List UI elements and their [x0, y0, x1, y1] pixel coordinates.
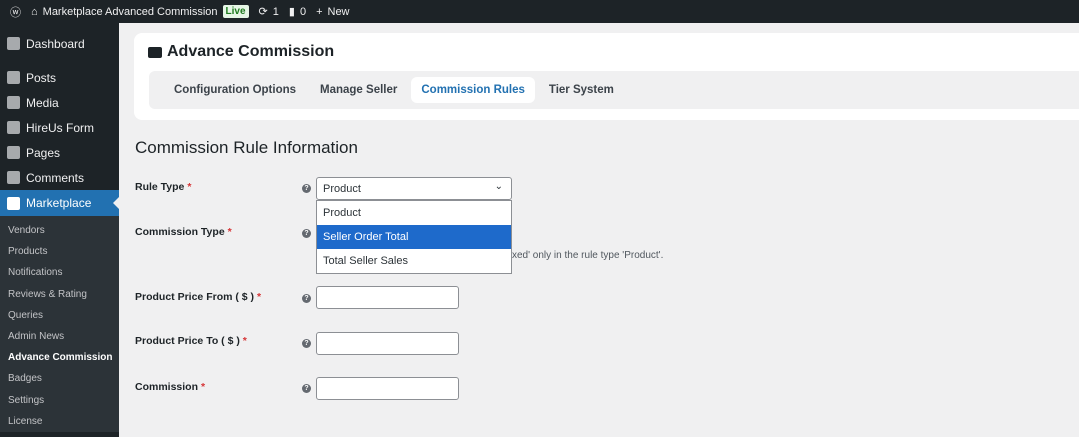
help-icon[interactable]: ?	[302, 184, 311, 193]
menu-dashboard[interactable]: Dashboard	[0, 31, 119, 56]
price-to-label: Product Price To ( $ ) *	[135, 335, 247, 347]
form-icon	[7, 121, 20, 134]
admin-bar: ⓦ ⌂ Marketplace Advanced Commission Live ⟳…	[0, 0, 1079, 23]
rule-type-label: Rule Type *	[135, 181, 192, 193]
menu-comments[interactable]: Comments	[0, 165, 119, 190]
rule-type-select[interactable]: Product ⌄	[316, 177, 512, 200]
commission-label: Commission *	[135, 381, 206, 393]
refresh-icon: ⟳	[258, 6, 268, 18]
pin-icon	[7, 71, 20, 84]
submenu-queries[interactable]: Queries	[0, 305, 119, 326]
commission-type-note: xed' only in the rule type 'Product'.	[512, 250, 664, 261]
price-from-input[interactable]	[316, 286, 459, 309]
help-icon[interactable]: ?	[302, 339, 311, 348]
commission-input[interactable]	[316, 377, 459, 400]
menu-hireus-form[interactable]: HireUs Form	[0, 115, 119, 140]
menu-media[interactable]: Media	[0, 90, 119, 115]
plus-icon: +	[316, 5, 323, 18]
submenu-notifications[interactable]: Notifications	[0, 262, 119, 283]
dashboard-icon	[7, 37, 20, 50]
tab-commission-rules[interactable]: Commission Rules	[411, 77, 535, 103]
home-icon: ⌂	[31, 5, 38, 18]
live-badge: Live	[222, 5, 249, 18]
comments-link[interactable]: ▮ 0	[288, 5, 306, 19]
submenu-advance-commission[interactable]: Advance Commission	[0, 347, 119, 368]
price-from-label: Product Price From ( $ ) *	[135, 291, 262, 303]
tab-configuration-options[interactable]: Configuration Options	[164, 77, 306, 103]
submenu-reviews[interactable]: Reviews & Rating	[0, 284, 119, 305]
option-product[interactable]: Product	[317, 201, 511, 225]
option-total-seller-sales[interactable]: Total Seller Sales	[317, 249, 511, 273]
submenu-admin-news[interactable]: Admin News	[0, 326, 119, 347]
updates-link[interactable]: ⟳ 1	[258, 5, 279, 19]
tab-bar: Configuration Options Manage Seller Comm…	[149, 71, 1079, 109]
site-name-link[interactable]: ⌂ Marketplace Advanced Commission Live	[31, 5, 249, 18]
comment-icon: ▮	[288, 6, 295, 18]
submenu-vendors[interactable]: Vendors	[0, 220, 119, 241]
price-to-input[interactable]	[316, 332, 459, 355]
menu-posts[interactable]: Posts	[0, 65, 119, 90]
help-icon[interactable]: ?	[302, 229, 311, 238]
marketplace-submenu: Vendors Products Notifications Reviews &…	[0, 216, 119, 432]
new-link[interactable]: + New	[316, 6, 349, 18]
submenu-license[interactable]: License	[0, 411, 119, 432]
section-heading: Commission Rule Information	[135, 138, 358, 157]
header-card: Advance Commission Configuration Options…	[134, 33, 1079, 120]
tab-tier-system[interactable]: Tier System	[539, 77, 624, 103]
option-seller-order-total[interactable]: Seller Order Total	[317, 225, 511, 249]
help-icon[interactable]: ?	[302, 384, 311, 393]
comment-icon	[7, 171, 20, 184]
commission-icon	[148, 46, 162, 58]
media-icon	[7, 96, 20, 109]
submenu-products[interactable]: Products	[0, 241, 119, 262]
store-icon	[7, 196, 20, 210]
menu-pages[interactable]: Pages	[0, 140, 119, 165]
submenu-badges[interactable]: Badges	[0, 368, 119, 389]
rule-type-dropdown: Product Seller Order Total Total Seller …	[316, 200, 512, 274]
pages-icon	[7, 146, 20, 159]
wordpress-logo-icon[interactable]: ⓦ	[10, 4, 21, 20]
menu-marketplace[interactable]: Marketplace	[0, 190, 119, 216]
admin-sidebar: Dashboard Posts Media HireUs Form Pages …	[0, 23, 119, 437]
commission-type-label: Commission Type *	[135, 226, 232, 238]
chevron-down-icon: ⌄	[494, 181, 503, 192]
help-icon[interactable]: ?	[302, 294, 311, 303]
page-title: Advance Commission	[148, 43, 334, 61]
tab-manage-seller[interactable]: Manage Seller	[310, 77, 407, 103]
submenu-settings[interactable]: Settings	[0, 390, 119, 411]
